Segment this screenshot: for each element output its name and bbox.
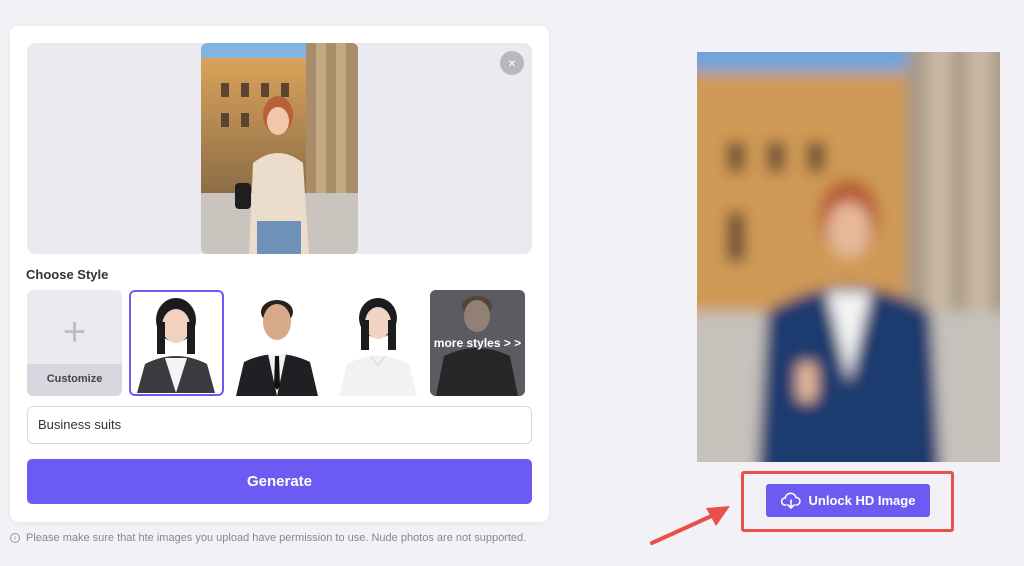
permission-notice: i Please make sure that hte images you u… [10,532,526,544]
uploaded-photo [201,43,358,254]
generator-panel: × Choose Style + Customize more styles >… [10,26,549,522]
annotation-arrow [648,500,738,550]
style-option-business-woman[interactable] [129,290,224,396]
info-icon: i [10,533,20,543]
notice-text: Please make sure that hte images you upl… [26,532,527,544]
generate-button[interactable]: Generate [27,459,532,504]
choose-style-label: Choose Style [26,267,109,282]
customize-style-card[interactable]: + Customize [27,290,122,396]
style-option-more[interactable]: more styles > > [430,290,525,396]
style-option-business-man[interactable] [230,290,325,396]
style-prompt-input[interactable]: Business suits [27,406,532,444]
more-styles-link[interactable]: more styles > > [430,290,525,396]
close-button[interactable]: × [500,51,524,75]
unlock-label: Unlock HD Image [808,493,916,508]
result-preview-image [697,52,1000,462]
unlock-hd-button[interactable]: Unlock HD Image [766,484,930,517]
close-icon: × [507,55,517,71]
cloud-download-icon [780,491,801,509]
customize-label: Customize [27,364,122,396]
plus-icon: + [62,310,87,354]
style-option-white-shirt-woman[interactable] [331,290,426,396]
style-options: + Customize more styles > > [27,290,532,396]
upload-area[interactable]: × [27,43,532,254]
